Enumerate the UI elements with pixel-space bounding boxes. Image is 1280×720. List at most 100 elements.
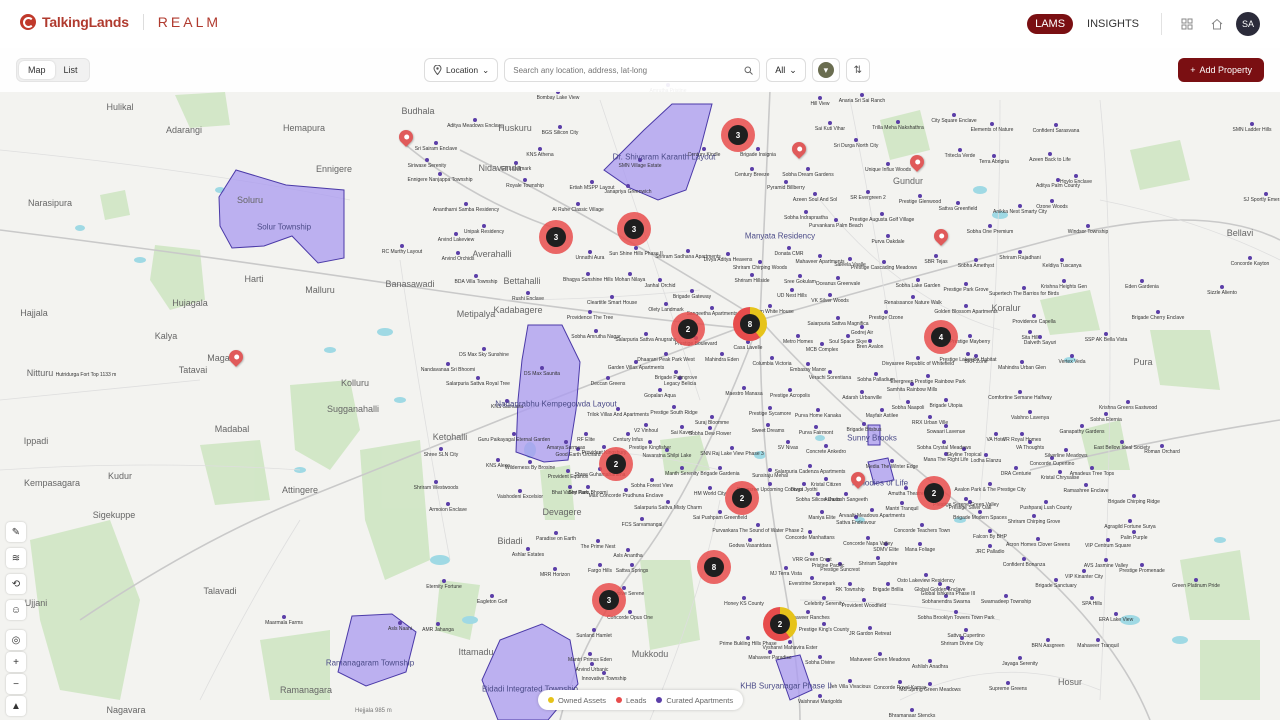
apartment-dot[interactable] bbox=[868, 339, 872, 343]
lead-pin-icon[interactable] bbox=[226, 347, 246, 367]
apartment-dot[interactable] bbox=[1248, 256, 1252, 260]
apartment-dot[interactable] bbox=[758, 260, 762, 264]
apartment-dot[interactable] bbox=[650, 478, 654, 482]
apartment-dot[interactable] bbox=[672, 405, 676, 409]
apartment-dot[interactable] bbox=[988, 529, 992, 533]
apartment-dot[interactable] bbox=[512, 432, 516, 436]
property-cluster[interactable]: 2 bbox=[671, 312, 705, 346]
property-cluster[interactable]: 8 bbox=[733, 307, 767, 341]
apartment-dot[interactable] bbox=[1120, 440, 1124, 444]
apartment-dot[interactable] bbox=[1090, 466, 1094, 470]
apartment-dot[interactable] bbox=[456, 251, 460, 255]
apartment-dot[interactable] bbox=[924, 573, 928, 577]
apartment-dot[interactable] bbox=[666, 500, 670, 504]
apartment-dot[interactable] bbox=[974, 258, 978, 262]
apartment-dot[interactable] bbox=[1044, 500, 1048, 504]
apartment-dot[interactable] bbox=[626, 432, 630, 436]
apartment-dot[interactable] bbox=[626, 548, 630, 552]
apartment-dot[interactable] bbox=[896, 120, 900, 124]
filter-button[interactable]: ▾ bbox=[811, 58, 840, 82]
apartment-dot[interactable] bbox=[890, 459, 894, 463]
apartment-dot[interactable] bbox=[818, 254, 822, 258]
apartment-dot[interactable] bbox=[1036, 537, 1040, 541]
apartment-dot[interactable] bbox=[1018, 250, 1022, 254]
apartment-dot[interactable] bbox=[680, 466, 684, 470]
apartment-dot[interactable] bbox=[1096, 638, 1100, 642]
apartment-dot[interactable] bbox=[1014, 466, 1018, 470]
apartment-dot[interactable] bbox=[1106, 538, 1110, 542]
apartment-dot[interactable] bbox=[860, 93, 864, 97]
apartment-dot[interactable] bbox=[988, 544, 992, 548]
property-cluster[interactable]: 2 bbox=[599, 447, 633, 481]
apartment-dot[interactable] bbox=[824, 477, 828, 481]
apartment-dot[interactable] bbox=[708, 486, 712, 490]
apartment-dot[interactable] bbox=[680, 425, 684, 429]
apartment-dot[interactable] bbox=[806, 362, 810, 366]
property-cluster[interactable]: 3 bbox=[617, 212, 651, 246]
apartment-dot[interactable] bbox=[796, 334, 800, 338]
apartment-dot[interactable] bbox=[634, 246, 638, 250]
apartment-dot[interactable] bbox=[628, 272, 632, 276]
apartment-dot[interactable] bbox=[1132, 530, 1136, 534]
apartment-dot[interactable] bbox=[934, 254, 938, 258]
apartment-dot[interactable] bbox=[854, 138, 858, 142]
apartment-dot[interactable] bbox=[954, 610, 958, 614]
apartment-dot[interactable] bbox=[886, 234, 890, 238]
apartment-dot[interactable] bbox=[788, 388, 792, 392]
zoom-in-button[interactable]: + bbox=[6, 652, 26, 672]
apartment-dot[interactable] bbox=[784, 566, 788, 570]
legend-item[interactable]: Owned Assets bbox=[548, 696, 606, 705]
apartment-dot[interactable] bbox=[1050, 199, 1054, 203]
apartment-dot[interactable] bbox=[1028, 330, 1032, 334]
apartment-dot[interactable] bbox=[862, 422, 866, 426]
type-filter-select[interactable]: All ⌄ bbox=[766, 58, 806, 82]
apartment-dot[interactable] bbox=[766, 423, 770, 427]
apartment-dot[interactable] bbox=[898, 680, 902, 684]
tab-insights[interactable]: INSIGHTS bbox=[1079, 14, 1147, 34]
property-cluster[interactable]: 2 bbox=[725, 481, 759, 515]
apartment-dot[interactable] bbox=[1062, 279, 1066, 283]
apartment-dot[interactable] bbox=[806, 610, 810, 614]
apartment-dot[interactable] bbox=[664, 352, 668, 356]
apartment-dot[interactable] bbox=[880, 408, 884, 412]
apartment-dot[interactable] bbox=[482, 347, 486, 351]
apartment-dot[interactable] bbox=[990, 122, 994, 126]
apartment-dot[interactable] bbox=[984, 453, 988, 457]
apartment-dot[interactable] bbox=[1194, 578, 1198, 582]
apartment-dot[interactable] bbox=[848, 257, 852, 261]
apartment-dot[interactable] bbox=[446, 362, 450, 366]
apartment-dot[interactable] bbox=[710, 415, 714, 419]
apartment-dot[interactable] bbox=[810, 552, 814, 556]
apartment-dot[interactable] bbox=[920, 523, 924, 527]
apartment-dot[interactable] bbox=[952, 113, 956, 117]
compass-icon[interactable]: ▲ bbox=[6, 696, 26, 716]
apartment-dot[interactable] bbox=[464, 202, 468, 206]
apartment-dot[interactable] bbox=[730, 446, 734, 450]
apartment-dot[interactable] bbox=[558, 125, 562, 129]
apartment-dot[interactable] bbox=[588, 652, 592, 656]
apartment-dot[interactable] bbox=[1104, 412, 1108, 416]
search-field[interactable] bbox=[504, 58, 761, 82]
layers-icon[interactable]: ≋ bbox=[6, 548, 26, 568]
apartment-dot[interactable] bbox=[768, 406, 772, 410]
apartment-dot[interactable] bbox=[566, 469, 570, 473]
view-map-button[interactable]: Map bbox=[19, 61, 55, 79]
apartment-dot[interactable] bbox=[686, 249, 690, 253]
apartment-dot[interactable] bbox=[1054, 123, 1058, 127]
apartment-dot[interactable] bbox=[626, 184, 630, 188]
apartment-dot[interactable] bbox=[828, 121, 832, 125]
street-view-icon[interactable]: ☺ bbox=[6, 600, 26, 620]
apartment-dot[interactable] bbox=[862, 598, 866, 602]
property-cluster[interactable]: 3 bbox=[539, 220, 573, 254]
grid-icon[interactable] bbox=[1176, 13, 1198, 35]
property-cluster[interactable]: 3 bbox=[721, 118, 755, 152]
apartment-dot[interactable] bbox=[768, 468, 772, 472]
apartment-dot[interactable] bbox=[553, 567, 557, 571]
apartment-dot[interactable] bbox=[400, 244, 404, 248]
apartment-dot[interactable] bbox=[1140, 279, 1144, 283]
apartment-dot[interactable] bbox=[886, 162, 890, 166]
apartment-dot[interactable] bbox=[1032, 514, 1036, 518]
apartment-dot[interactable] bbox=[1132, 494, 1136, 498]
apartment-dot[interactable] bbox=[1004, 594, 1008, 598]
apartment-dot[interactable] bbox=[742, 596, 746, 600]
